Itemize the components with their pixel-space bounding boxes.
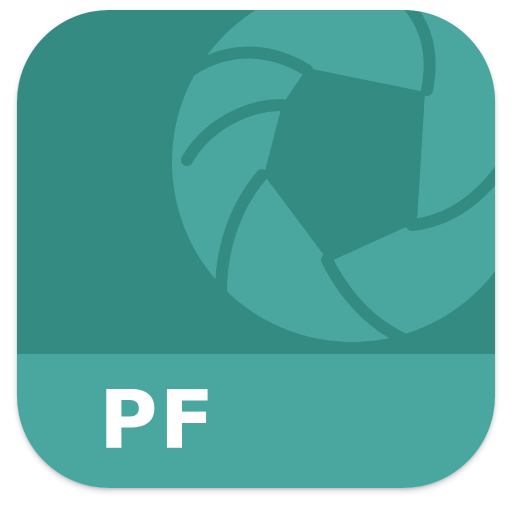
icon-label-band	[17, 354, 495, 488]
app-icon[interactable]: PF	[17, 10, 495, 488]
camera-aperture-icon	[161, 10, 495, 351]
icon-top-panel	[17, 10, 495, 354]
app-label-text: PF	[99, 374, 217, 467]
